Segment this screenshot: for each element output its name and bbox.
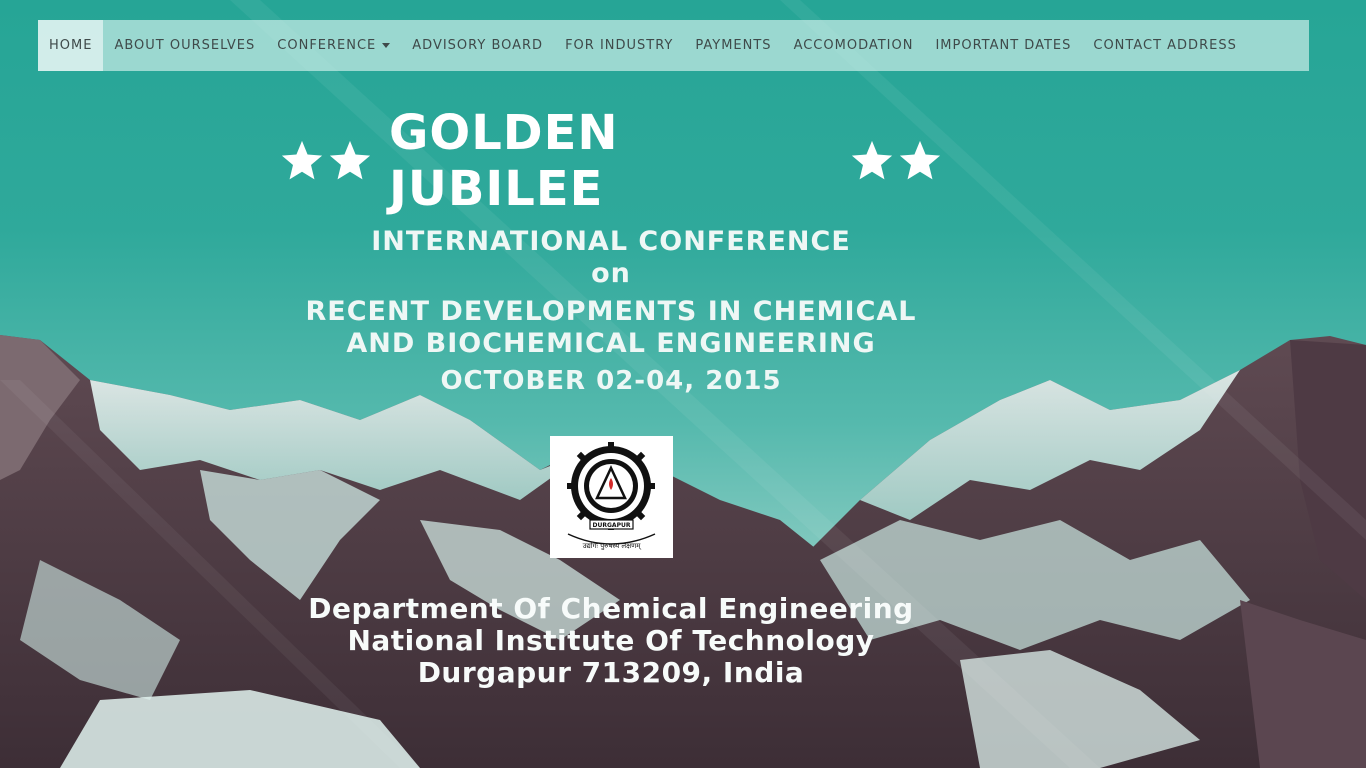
conference-topic-line2: AND BIOCHEMICAL ENGINEERING [346,328,876,359]
conference-type: INTERNATIONAL CONFERENCE [371,226,851,257]
conference-on: on [591,258,631,289]
star-icon [851,140,893,180]
star-icon [329,140,371,180]
conference-topic-line1: RECENT DEVELOPMENTS IN CHEMICAL [305,296,917,327]
page-title: GOLDEN JUBILEE [279,105,943,217]
logo-banner-text: DURGAPUR [593,522,631,529]
department-name: Department Of Chemical Engineering [308,592,914,625]
institute-logo: DURGAPUR उद्योगः पुरुषस्य लक्षणम् [550,436,673,558]
stars-right [849,138,943,184]
stars-left [279,138,373,184]
institute-location: Durgapur 713209, India [417,656,805,689]
logo-motto: उद्योगः पुरुषस्य लक्षणम् [583,541,642,550]
nit-durgapur-logo: DURGAPUR उद्योगः पुरुषस्य लक्षणम् [567,442,656,550]
conference-dates: OCTOBER 02-04, 2015 [440,366,782,396]
star-icon [281,140,323,180]
star-icon [899,140,941,180]
institute-name: National Institute Of Technology [347,624,875,657]
golden-jubilee-title: GOLDEN JUBILEE [389,105,619,217]
hero-section: GOLDEN JUBILEE INTERNATIONAL CONFERENCE … [0,0,1366,768]
